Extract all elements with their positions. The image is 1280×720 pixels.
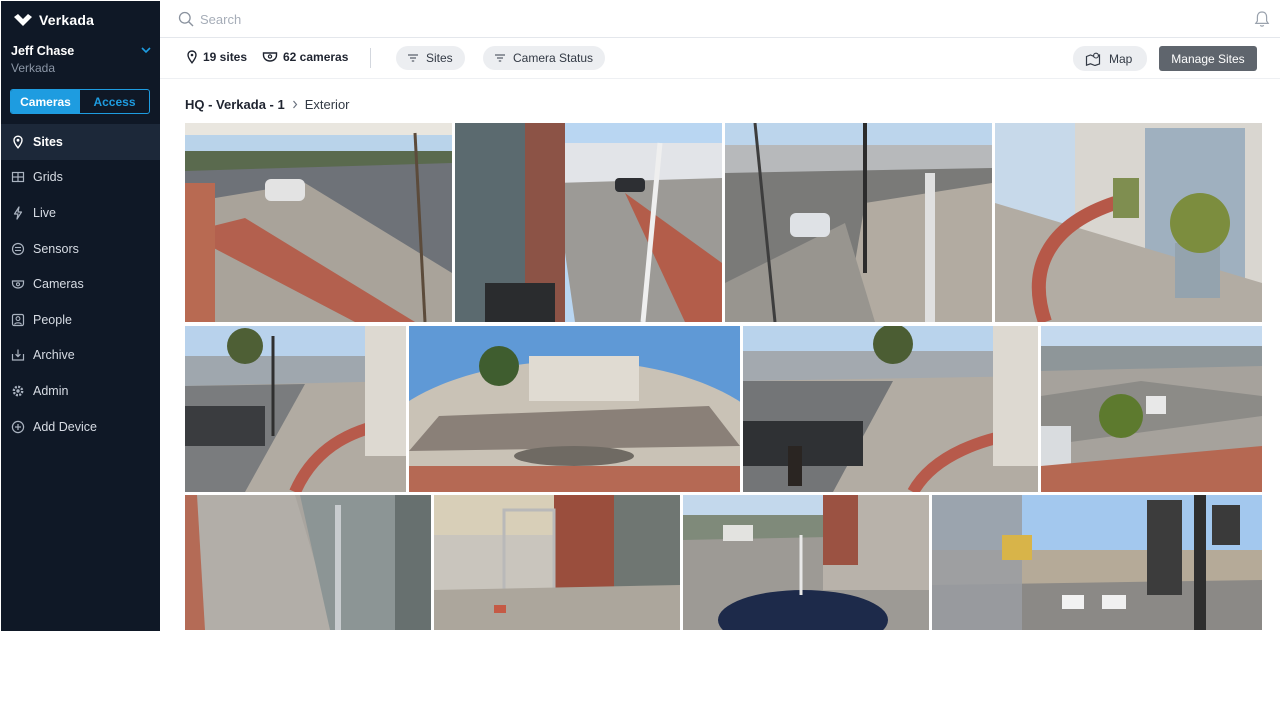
camera-feed-tile[interactable] — [455, 123, 722, 322]
sidebar-nav: Sites Grids Live Sensors Cameras People … — [1, 124, 160, 444]
camera-thumbnail — [683, 495, 929, 630]
search-icon — [178, 11, 194, 27]
verkada-logo-icon — [14, 14, 32, 26]
camera-feed-tile[interactable] — [743, 326, 1038, 492]
camera-thumbnail — [185, 495, 431, 630]
sites-count-label: 19 sites — [203, 50, 248, 64]
camera-feed-tile[interactable] — [185, 123, 452, 322]
camera-feed-tile[interactable] — [683, 495, 929, 630]
camera-status-filter-label: Camera Status — [513, 51, 594, 65]
breadcrumb-current: Exterior — [304, 97, 350, 112]
map-button[interactable]: Map — [1073, 46, 1147, 71]
filter-icon — [408, 54, 418, 62]
person-icon — [11, 313, 25, 327]
camera-feed-tile[interactable] — [725, 123, 992, 322]
location-pin-icon — [11, 135, 25, 149]
mode-cameras-tab[interactable]: Cameras — [11, 90, 80, 113]
sidebar: Verkada Jeff Chase Verkada Cameras Acces… — [1, 1, 160, 631]
user-org: Verkada — [11, 61, 56, 75]
camera-feed-tile[interactable] — [409, 326, 740, 492]
camera-thumbnail — [1041, 326, 1262, 492]
sites-filter-button[interactable]: Sites — [396, 46, 465, 70]
sidebar-item-sites[interactable]: Sites — [1, 124, 160, 160]
sidebar-item-label: Admin — [33, 383, 69, 398]
sites-count: 19 sites — [186, 50, 247, 64]
gear-icon — [11, 384, 25, 398]
camera-status-filter-button[interactable]: Camera Status — [483, 46, 606, 70]
mode-access-tab[interactable]: Access — [80, 90, 149, 113]
sidebar-item-label: Sites — [33, 134, 63, 149]
camera-feed-tile[interactable] — [1041, 326, 1262, 492]
camera-icon — [262, 52, 278, 62]
map-icon — [1085, 52, 1101, 66]
location-pin-icon — [187, 50, 197, 64]
sidebar-item-label: Grids — [33, 170, 63, 185]
filter-icon — [495, 54, 505, 62]
grid-icon — [11, 170, 25, 184]
sidebar-item-admin[interactable]: Admin — [1, 373, 160, 409]
sidebar-item-archive[interactable]: Archive — [1, 338, 160, 374]
sites-filter-label: Sites — [426, 51, 453, 65]
camera-icon — [11, 277, 25, 291]
sidebar-item-label: Sensors — [33, 241, 79, 256]
camera-thumbnail — [995, 123, 1262, 322]
sites-toolbar: 19 sites 62 cameras Sites Camera Status … — [160, 38, 1280, 79]
camera-thumbnail — [434, 495, 680, 630]
camera-thumbnail — [455, 123, 722, 322]
camera-feed-tile[interactable] — [185, 326, 406, 492]
cameras-count-label: 62 cameras — [283, 50, 349, 64]
user-name: Jeff Chase — [11, 44, 75, 58]
top-search-bar — [160, 1, 1280, 38]
brand-name: Verkada — [39, 12, 95, 28]
sidebar-item-grids[interactable]: Grids — [1, 160, 160, 196]
sidebar-item-add-device[interactable]: Add Device — [1, 409, 160, 445]
camera-thumbnail — [409, 326, 740, 492]
camera-thumbnail — [932, 495, 1262, 630]
chevron-down-icon[interactable] — [140, 45, 152, 55]
user-menu[interactable]: Jeff Chase Verkada — [1, 39, 160, 85]
cameras-count: 62 cameras — [262, 50, 348, 64]
camera-thumbnail — [743, 326, 1038, 492]
bell-icon[interactable] — [1254, 10, 1270, 28]
mode-toggle: Cameras Access — [10, 89, 150, 114]
camera-feed-tile[interactable] — [434, 495, 680, 630]
sidebar-item-label: Live — [33, 205, 56, 220]
chevron-right-icon — [292, 100, 298, 109]
manage-sites-button[interactable]: Manage Sites — [1159, 46, 1257, 71]
sidebar-item-cameras[interactable]: Cameras — [1, 266, 160, 302]
sidebar-item-label: Cameras — [33, 277, 84, 292]
bolt-icon — [11, 206, 25, 220]
search-input[interactable] — [200, 7, 1100, 31]
brand[interactable]: Verkada — [1, 1, 160, 39]
archive-icon — [11, 348, 25, 362]
toolbar-divider — [370, 48, 371, 68]
map-label: Map — [1109, 51, 1133, 66]
camera-thumbnail — [725, 123, 992, 322]
sensor-icon — [11, 242, 25, 256]
camera-feed-tile[interactable] — [185, 495, 431, 630]
breadcrumb: HQ - Verkada - 1 Exterior — [185, 97, 350, 112]
breadcrumb-site-link[interactable]: HQ - Verkada - 1 — [185, 97, 285, 112]
camera-thumbnail — [185, 326, 406, 492]
sidebar-item-label: Archive — [33, 348, 75, 363]
sidebar-item-label: Add Device — [33, 419, 97, 434]
camera-feed-tile[interactable] — [995, 123, 1262, 322]
camera-thumbnail — [185, 123, 452, 322]
sidebar-item-sensors[interactable]: Sensors — [1, 231, 160, 267]
camera-feed-tile[interactable] — [932, 495, 1262, 630]
sidebar-item-live[interactable]: Live — [1, 195, 160, 231]
sidebar-item-people[interactable]: People — [1, 302, 160, 338]
sidebar-item-label: People — [33, 312, 72, 327]
plus-circle-icon — [11, 420, 25, 434]
